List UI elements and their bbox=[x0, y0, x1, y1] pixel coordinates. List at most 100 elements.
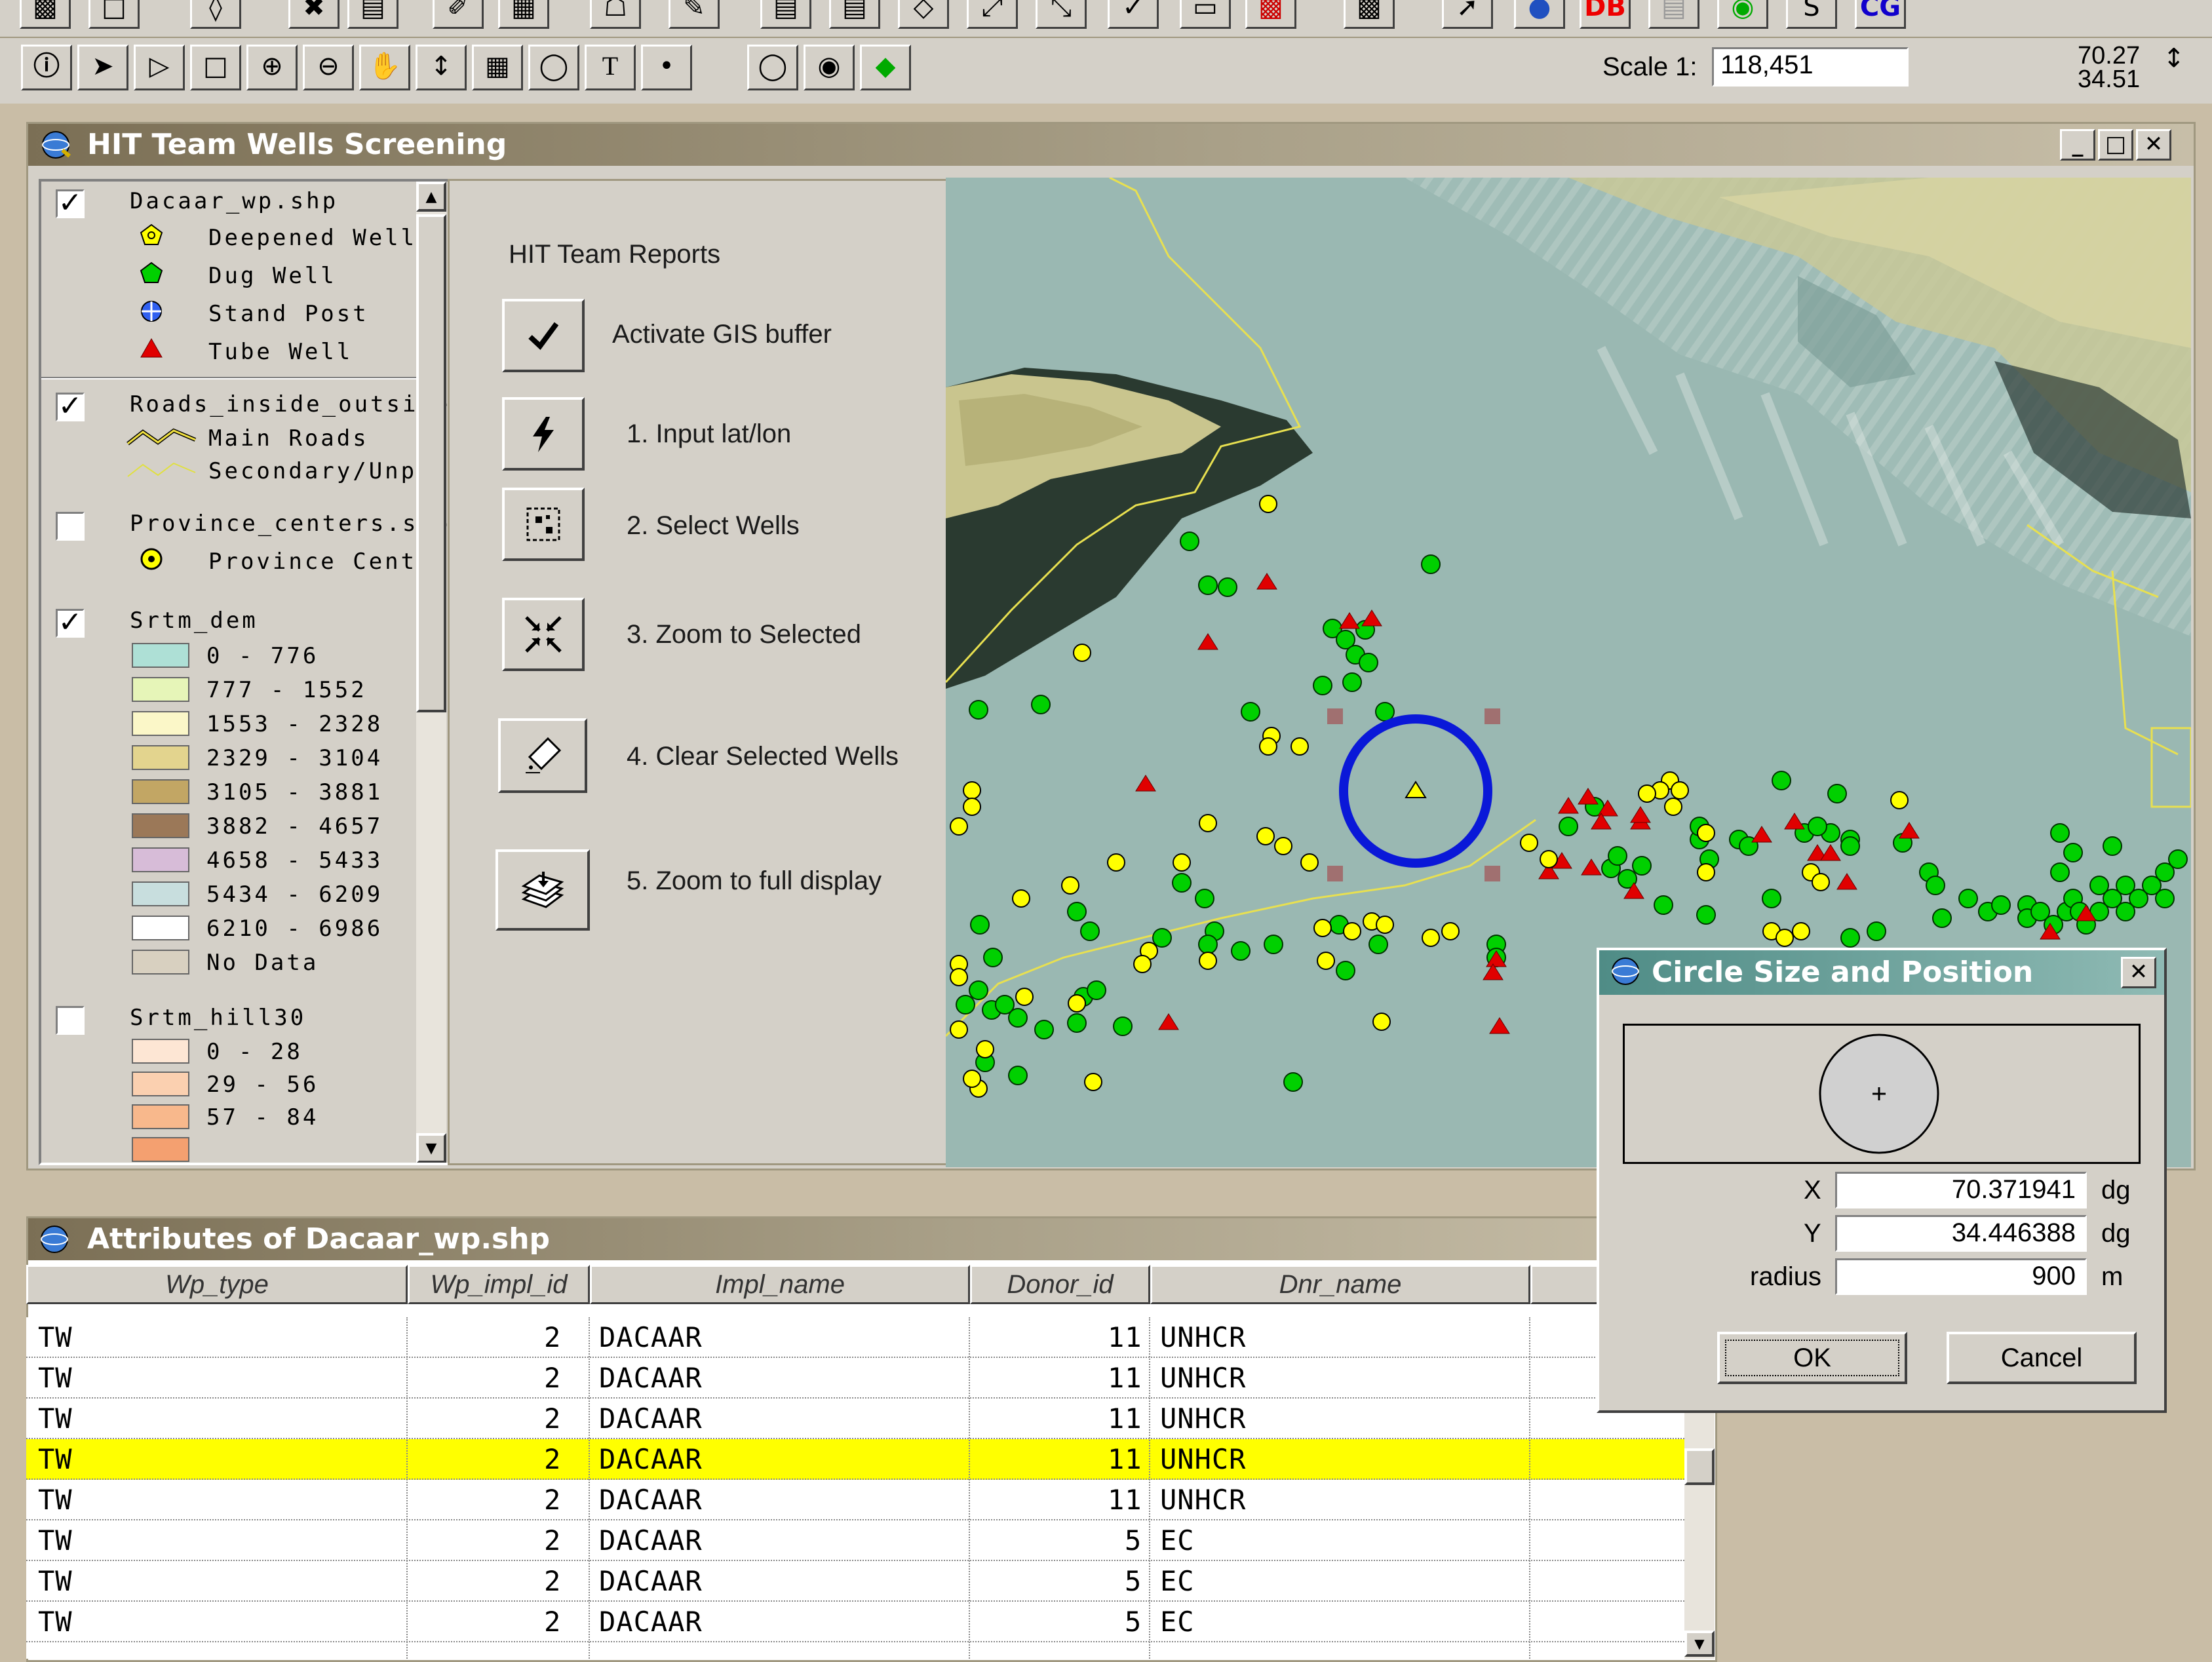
scroll-up-button[interactable]: ▲ bbox=[416, 182, 446, 212]
doc-tool-button[interactable]: ▤ bbox=[760, 0, 811, 29]
activate-buffer-button[interactable] bbox=[502, 299, 585, 372]
scroll-thumb[interactable] bbox=[416, 214, 446, 712]
minimize-button[interactable]: _ bbox=[2060, 129, 2095, 161]
close-button[interactable]: ✕ bbox=[2136, 129, 2171, 161]
hotlink-icon[interactable]: ▦ bbox=[472, 45, 523, 90]
text-tool-icon[interactable]: T bbox=[585, 45, 636, 90]
legend-item: 29 - 56 bbox=[206, 1072, 319, 1098]
open-tool-button[interactable]: □ bbox=[88, 0, 140, 29]
table-scroll-down-button[interactable]: ▼ bbox=[1684, 1631, 1715, 1657]
column-header[interactable]: Impl_name bbox=[590, 1265, 970, 1304]
binoculars-icon[interactable]: ◉ bbox=[804, 45, 855, 90]
ok-button[interactable]: OK bbox=[1717, 1332, 1907, 1384]
province-center-icon bbox=[138, 546, 165, 575]
scroll-down-button[interactable]: ▼ bbox=[416, 1133, 446, 1163]
pointer-icon[interactable]: ➤ bbox=[77, 45, 128, 90]
measure-icon[interactable]: ↕ bbox=[416, 45, 467, 90]
zoom-sel-tool-button[interactable]: ⤢ bbox=[967, 0, 1018, 29]
stripes-tool-button[interactable]: ▤ bbox=[1648, 0, 1699, 29]
binoculars-outline-icon[interactable]: ◯ bbox=[747, 45, 798, 90]
toc-scrollbar[interactable]: ▲ ▼ bbox=[416, 182, 446, 1163]
layer-name[interactable]: Srtm_dem bbox=[130, 608, 258, 634]
clear-wells-button[interactable] bbox=[498, 718, 587, 793]
brush-tool-button[interactable]: ✎ bbox=[669, 0, 720, 29]
select-arrow-tool-button[interactable]: ➚ bbox=[1442, 0, 1493, 29]
legend-divider bbox=[41, 377, 435, 379]
layer-name[interactable]: Roads_inside_outside bbox=[130, 391, 450, 417]
app-tool-button[interactable]: ▩ bbox=[1245, 0, 1296, 29]
green-diamond-icon[interactable]: ◆ bbox=[860, 45, 911, 90]
table-tool-button[interactable]: ▤ bbox=[347, 0, 398, 29]
table-row-selected[interactable] bbox=[26, 1439, 1684, 1480]
view-window-titlebar[interactable]: HIT Team Wells Screening bbox=[28, 124, 2194, 166]
area-of-interest-icon[interactable]: ◯ bbox=[528, 45, 579, 90]
layer-checkbox[interactable]: ✓ bbox=[56, 608, 85, 638]
column-header[interactable]: Wp_impl_id bbox=[408, 1265, 590, 1304]
save-tool-button[interactable]: ▩ bbox=[20, 0, 71, 29]
y-input[interactable]: 34.446388 bbox=[1835, 1215, 2087, 1252]
radius-input[interactable]: 900 bbox=[1835, 1258, 2087, 1295]
identify-icon[interactable]: ⓘ bbox=[21, 45, 72, 90]
table-scroll-thumb[interactable] bbox=[1684, 1448, 1715, 1485]
zoom-in-icon[interactable]: ⊕ bbox=[246, 45, 298, 90]
layer-checkbox[interactable]: ✓ bbox=[56, 392, 85, 421]
x-input[interactable]: 70.371941 bbox=[1835, 1172, 2087, 1208]
table-row[interactable] bbox=[26, 1399, 1684, 1439]
cancel-button[interactable]: Cancel bbox=[1947, 1332, 2137, 1384]
layer-checkbox[interactable] bbox=[56, 512, 85, 541]
db-tool-button[interactable]: DB bbox=[1580, 0, 1631, 29]
attribute-table: TW 2 DACAAR 11 UNHCR TW 2 DACAAR 11 UNHC… bbox=[26, 1317, 1684, 1659]
select-feature-icon[interactable]: □ bbox=[190, 45, 241, 90]
zoom-full-button[interactable] bbox=[495, 849, 590, 931]
edit-tool-button[interactable]: ◊ bbox=[190, 0, 241, 29]
dug-well-icon bbox=[138, 260, 165, 289]
select-wells-button[interactable] bbox=[502, 488, 585, 561]
table-row[interactable] bbox=[26, 1642, 1684, 1659]
zoom-selected-button[interactable] bbox=[502, 598, 585, 671]
cell-impl-name: DACAAR bbox=[599, 1321, 703, 1353]
layer-checkbox[interactable]: ✓ bbox=[56, 189, 85, 218]
building-tool-button[interactable]: ☖ bbox=[590, 0, 641, 29]
layer-name[interactable]: Srtm_hill30 bbox=[130, 1005, 306, 1031]
hatch-tool-button[interactable]: ▩ bbox=[1344, 0, 1395, 29]
cell-impl-id: 2 bbox=[544, 1484, 562, 1516]
rect-tool-button[interactable]: ▭ bbox=[1180, 0, 1231, 29]
vertex-pointer-icon[interactable]: ▷ bbox=[134, 45, 185, 90]
legend-item: 0 - 776 bbox=[206, 643, 319, 669]
attributes-titlebar[interactable]: Attributes of Dacaar_wp.shp bbox=[28, 1218, 1715, 1260]
pan-hand-icon[interactable]: ✋ bbox=[359, 45, 410, 90]
circle-dialog-titlebar[interactable]: Circle Size and Position bbox=[1599, 950, 2164, 995]
column-header[interactable]: Donor_id bbox=[970, 1265, 1150, 1304]
table-row[interactable] bbox=[26, 1561, 1684, 1602]
diamond-tool-button[interactable]: ◇ bbox=[898, 0, 949, 29]
zoom-out-tool-button[interactable]: ⤡ bbox=[1036, 0, 1087, 29]
dialog-close-button[interactable]: ✕ bbox=[2121, 957, 2156, 988]
grid-tool-button[interactable]: ▦ bbox=[498, 0, 549, 29]
table-row[interactable] bbox=[26, 1520, 1684, 1561]
target-tool-button[interactable]: ◉ bbox=[1717, 0, 1768, 29]
pen-tool-button[interactable]: ✐ bbox=[433, 0, 484, 29]
column-header[interactable]: Dnr_name bbox=[1150, 1265, 1530, 1304]
cell-impl-id: 2 bbox=[544, 1524, 562, 1556]
cut-tool-button[interactable]: ✖ bbox=[288, 0, 340, 29]
zoom-out-icon[interactable]: ⊖ bbox=[303, 45, 354, 90]
table-row[interactable] bbox=[26, 1602, 1684, 1642]
layer-name[interactable]: Dacaar_wp.shp bbox=[130, 188, 338, 214]
table-row[interactable] bbox=[26, 1317, 1684, 1358]
table-row[interactable] bbox=[26, 1480, 1684, 1520]
maximize-button[interactable]: □ bbox=[2098, 129, 2133, 161]
point-tool-icon[interactable]: • bbox=[641, 45, 692, 90]
table-of-contents[interactable]: ✓ Dacaar_wp.shp Deepened Well Dug Well S… bbox=[39, 179, 465, 1165]
cell-dnr-name: UNHCR bbox=[1160, 1321, 1247, 1353]
doc2-tool-button[interactable]: ▤ bbox=[829, 0, 880, 29]
layer-checkbox[interactable] bbox=[56, 1006, 85, 1035]
cg-tool-button[interactable]: CG bbox=[1855, 0, 1906, 29]
layer-name[interactable]: Province_centers.shp bbox=[130, 511, 450, 537]
check-tool-button[interactable]: ✓ bbox=[1108, 0, 1159, 29]
table-row[interactable] bbox=[26, 1358, 1684, 1399]
input-latlon-button[interactable] bbox=[502, 397, 585, 471]
s-tool-button[interactable]: S bbox=[1786, 0, 1837, 29]
column-header[interactable]: Wp_type bbox=[26, 1265, 408, 1304]
scale-input[interactable]: 118,451 bbox=[1712, 47, 1909, 87]
globe-tool-button[interactable]: ● bbox=[1514, 0, 1565, 29]
